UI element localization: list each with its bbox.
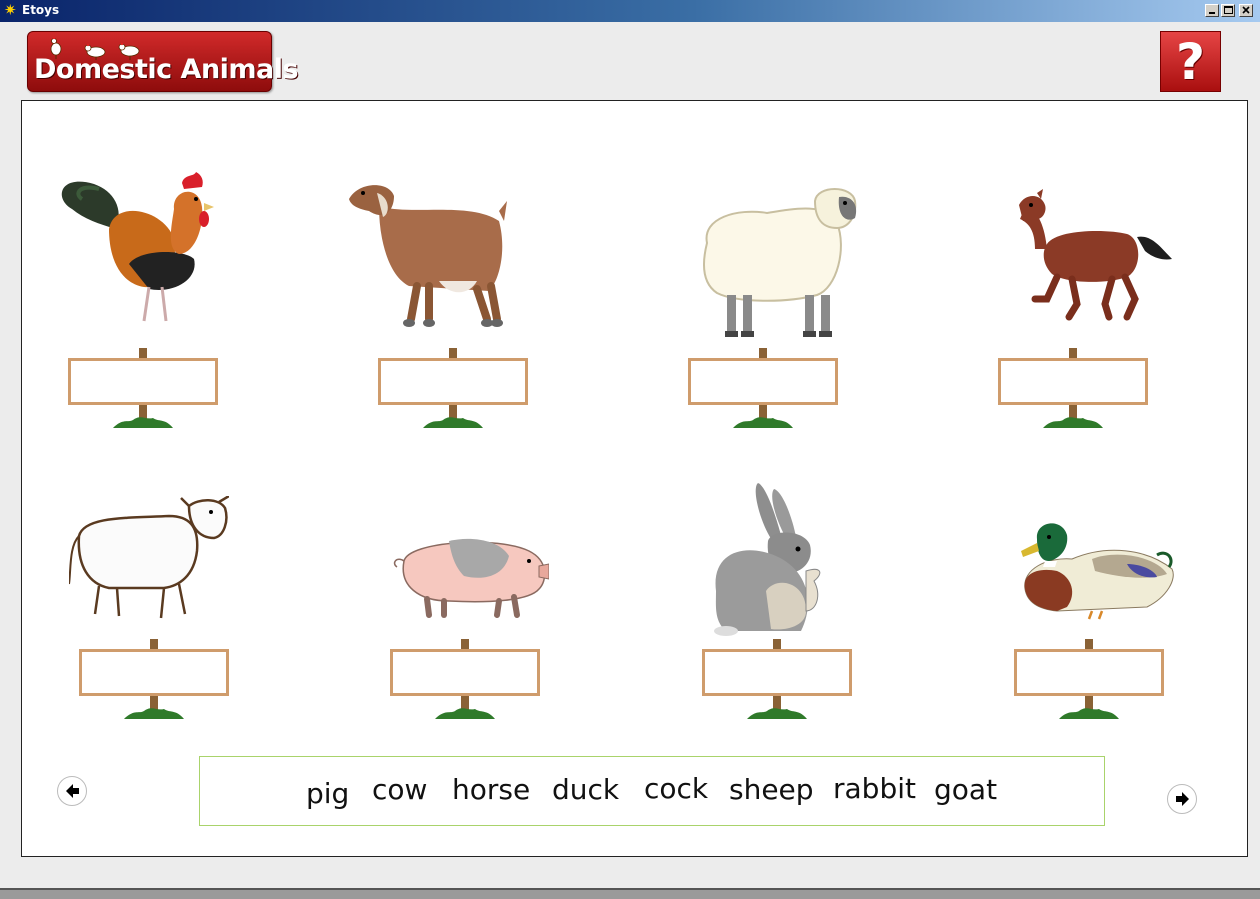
word-tile-cow[interactable]: cow bbox=[372, 773, 427, 806]
game-stage bbox=[21, 100, 1248, 857]
rooster-icon[interactable] bbox=[54, 169, 214, 327]
answer-slot-rabbit[interactable] bbox=[702, 649, 852, 696]
duck-icon[interactable] bbox=[1017, 519, 1177, 624]
answer-sign-sheep bbox=[683, 348, 843, 433]
window-bottom-border bbox=[0, 888, 1260, 899]
maximize-icon[interactable] bbox=[1221, 4, 1235, 17]
answer-sign-pig bbox=[385, 639, 545, 724]
word-tile-horse[interactable]: horse bbox=[452, 773, 530, 806]
horse-icon[interactable] bbox=[1017, 189, 1177, 324]
word-tile-pig[interactable]: pig bbox=[306, 777, 349, 810]
answer-slot-duck[interactable] bbox=[1014, 649, 1164, 696]
word-tile-duck[interactable]: duck bbox=[552, 773, 619, 806]
answer-slot-cow[interactable] bbox=[79, 649, 229, 696]
answer-sign-cock bbox=[63, 348, 223, 433]
minimize-icon[interactable] bbox=[1205, 4, 1219, 17]
answer-slot-sheep[interactable] bbox=[688, 358, 838, 405]
answer-slot-cock[interactable] bbox=[68, 358, 218, 405]
goat-icon[interactable] bbox=[349, 181, 509, 331]
window-titlebar: ✷ Etoys bbox=[0, 0, 1260, 22]
word-tile-cock[interactable]: cock bbox=[644, 772, 708, 805]
help-button[interactable]: ? bbox=[1160, 31, 1221, 92]
answer-sign-cow bbox=[74, 639, 234, 724]
answer-sign-horse bbox=[993, 348, 1153, 433]
word-tile-goat[interactable]: goat bbox=[934, 773, 997, 806]
prev-page-button[interactable] bbox=[57, 776, 87, 806]
answer-slot-goat[interactable] bbox=[378, 358, 528, 405]
logo-title: Domestic Animals bbox=[34, 54, 299, 85]
sheep-icon[interactable] bbox=[697, 183, 862, 343]
domestic-animals-logo: Domestic Animals bbox=[27, 31, 299, 92]
etoys-app-icon: ✷ bbox=[4, 1, 17, 19]
answer-slot-horse[interactable] bbox=[998, 358, 1148, 405]
close-icon[interactable] bbox=[1239, 4, 1253, 17]
word-tile-sheep[interactable]: sheep bbox=[729, 773, 814, 806]
next-page-button[interactable] bbox=[1167, 784, 1197, 814]
answer-sign-duck bbox=[1009, 639, 1169, 724]
arrow-right-icon bbox=[1176, 792, 1189, 806]
window-title: Etoys bbox=[22, 3, 60, 17]
arrow-left-icon bbox=[66, 784, 79, 798]
rabbit-icon[interactable] bbox=[706, 481, 836, 639]
pig-icon[interactable] bbox=[389, 531, 549, 621]
answer-slot-pig[interactable] bbox=[390, 649, 540, 696]
answer-sign-rabbit bbox=[697, 639, 857, 724]
cow-icon[interactable] bbox=[69, 496, 229, 626]
word-bank: pig cow horse duck cock sheep rabbit goa… bbox=[199, 756, 1105, 826]
answer-sign-goat bbox=[373, 348, 533, 433]
word-tile-rabbit[interactable]: rabbit bbox=[833, 772, 916, 805]
